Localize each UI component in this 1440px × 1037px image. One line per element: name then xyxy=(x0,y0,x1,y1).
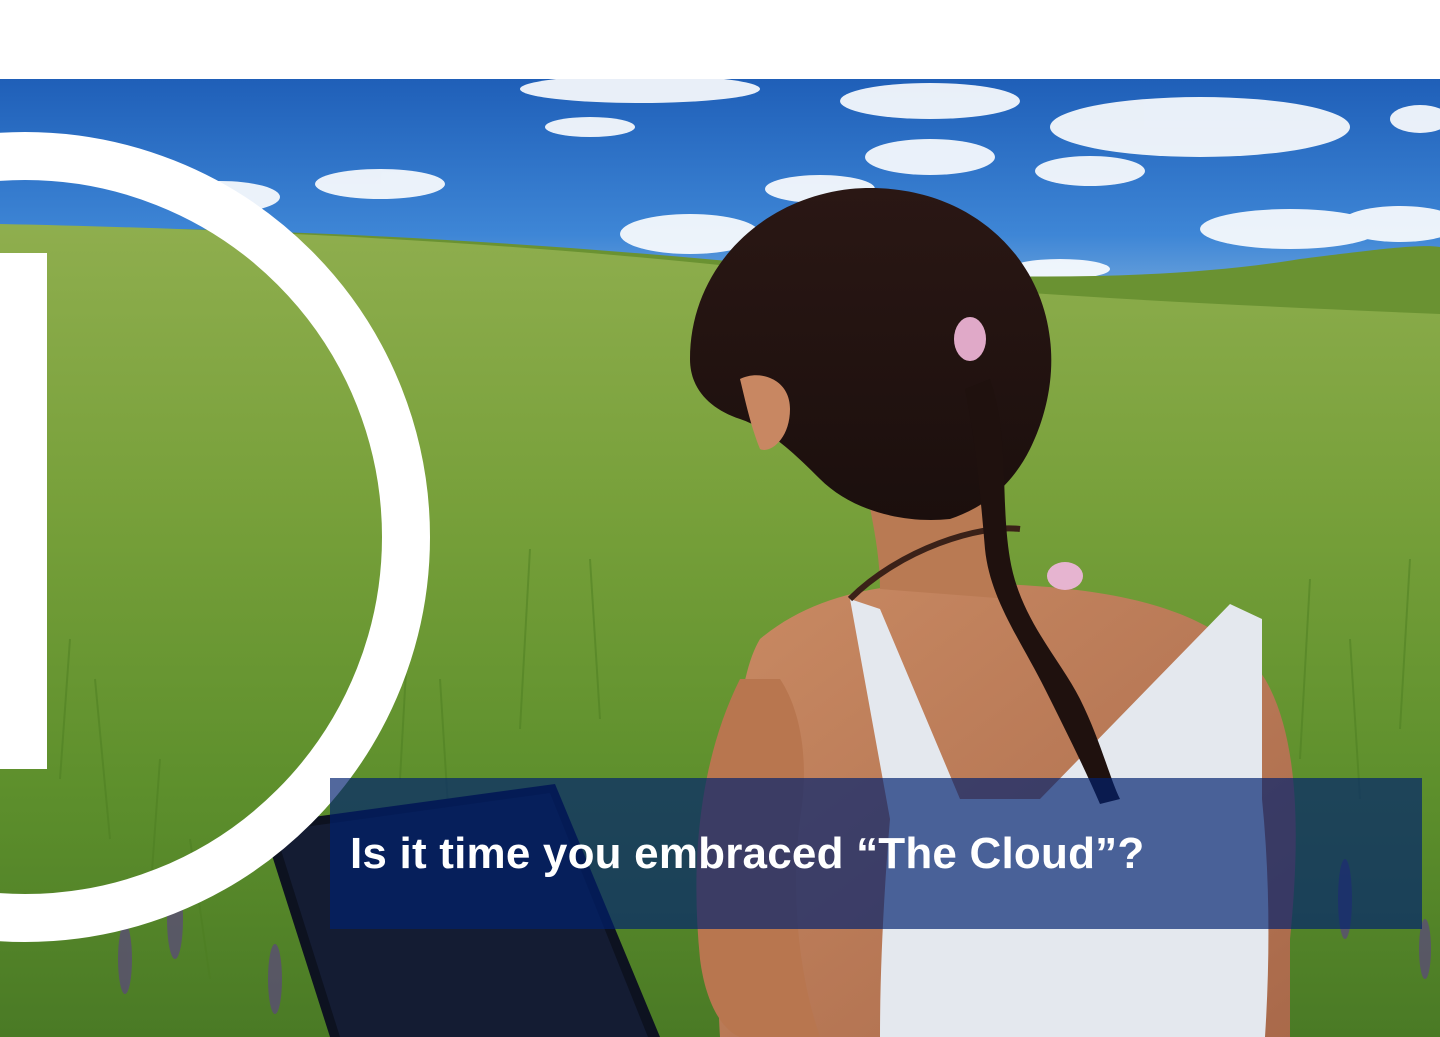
headline-banner: Is it time you embraced “The Cloud”? xyxy=(330,778,1422,929)
top-band xyxy=(0,0,1440,79)
headline-text: Is it time you embraced “The Cloud”? xyxy=(350,828,1145,878)
logo-bar-icon xyxy=(0,253,47,769)
slide: Is it time you embraced “The Cloud”? xyxy=(0,0,1440,1037)
